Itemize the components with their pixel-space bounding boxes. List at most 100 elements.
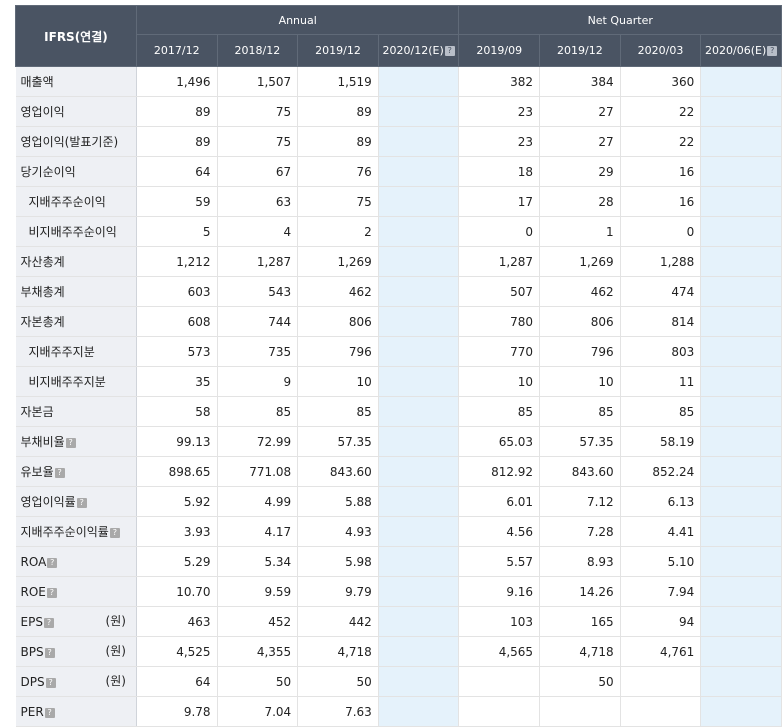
value-cell: 3.93 <box>136 516 218 547</box>
value-cell: 57.35 <box>539 426 621 457</box>
table-row: 영업이익률? 5.92 4.99 5.88 6.01 7.12 6.13 <box>15 486 782 517</box>
value-cell: 75 <box>297 186 379 217</box>
value-cell <box>378 96 460 127</box>
column-header-label: 2019/09 <box>476 44 523 57</box>
row-label: 지배주주지분 <box>28 345 95 359</box>
unit-label: (원) <box>105 674 126 688</box>
help-icon[interactable]: ? <box>444 46 455 56</box>
value-cell <box>620 696 702 727</box>
value-cell: 4,761 <box>620 636 702 667</box>
value-cell <box>700 546 782 577</box>
value-cell: 10 <box>539 366 621 397</box>
value-cell: 608 <box>136 306 218 337</box>
value-cell <box>700 606 782 637</box>
table-row: 지배주주순이익 59 63 75 17 28 16 <box>15 186 782 217</box>
value-cell: 75 <box>217 126 299 157</box>
row-label: 매출액 <box>20 75 54 89</box>
value-cell: 852.24 <box>620 456 702 487</box>
value-cell: 7.12 <box>539 486 621 517</box>
value-cell: 9.78 <box>136 696 218 727</box>
row-label: 자본금 <box>20 405 54 419</box>
table-row: PER? 9.78 7.04 7.63 <box>15 696 782 727</box>
help-icon[interactable]: ? <box>44 707 55 718</box>
value-cell: 474 <box>620 276 702 307</box>
value-cell: 85 <box>458 396 541 427</box>
value-cell: 1,287 <box>217 246 299 277</box>
value-cell: 4.99 <box>217 486 299 517</box>
help-icon[interactable]: ? <box>767 46 778 56</box>
value-cell <box>700 276 782 307</box>
row-label: 비지배주주지분 <box>28 375 106 389</box>
column-header-label: 2020/03 <box>637 44 684 57</box>
value-cell <box>700 186 782 217</box>
value-cell: 9.16 <box>458 576 541 607</box>
column-header-label: 2019/12 <box>557 44 603 57</box>
financial-table: IFRS(연결) Annual Net Quarter 2017/12 2018/… <box>15 5 782 727</box>
row-label: 당기순이익 <box>20 165 76 179</box>
value-cell <box>700 126 782 157</box>
value-cell <box>378 456 460 487</box>
value-cell: 94 <box>620 606 702 637</box>
table-row: 매출액 1,496 1,507 1,519 382 384 360 <box>15 66 782 97</box>
value-cell: 2 <box>297 216 379 247</box>
value-cell: 1,507 <box>217 66 299 97</box>
value-cell: 57.35 <box>297 426 379 457</box>
value-cell: 85 <box>217 396 299 427</box>
value-cell: 1,288 <box>620 246 702 277</box>
value-cell <box>378 636 460 667</box>
value-cell: 442 <box>297 606 379 637</box>
value-cell <box>700 696 782 727</box>
value-cell: 744 <box>217 306 299 337</box>
value-cell: 771.08 <box>217 456 299 487</box>
row-label-cell: ROE? <box>15 576 137 607</box>
value-cell <box>378 336 460 367</box>
value-cell: 29 <box>539 156 621 187</box>
value-cell: 4,525 <box>136 636 218 667</box>
value-cell: 7.94 <box>620 576 702 607</box>
help-icon[interactable]: ? <box>47 557 58 568</box>
value-cell: 10.70 <box>136 576 218 607</box>
row-label-cell: 당기순이익 <box>15 156 137 187</box>
row-label: PER <box>20 704 44 719</box>
value-cell: 814 <box>620 306 702 337</box>
row-label-cell: 영업이익(발표기준) <box>15 126 137 157</box>
value-cell <box>700 66 782 97</box>
value-cell <box>539 696 621 727</box>
help-icon[interactable]: ? <box>54 468 65 478</box>
table-row: DPS? (원) 64 50 50 50 <box>15 666 782 697</box>
help-icon[interactable]: ? <box>44 647 55 658</box>
value-cell: 382 <box>458 66 541 97</box>
value-cell: 10 <box>297 366 379 397</box>
column-header: 2020/12(E)? <box>377 34 460 67</box>
table-row: 지배주주지분 573 735 796 770 796 803 <box>15 336 782 367</box>
help-icon[interactable]: ? <box>43 617 54 628</box>
column-header-label: 2018/12 <box>234 44 281 57</box>
value-cell <box>378 366 460 397</box>
table-row: 비지배주주지분 35 9 10 10 10 11 <box>15 366 782 397</box>
help-icon[interactable]: ? <box>46 587 57 598</box>
value-cell: 85 <box>539 396 621 427</box>
table-row: 부채총계 603 543 462 507 462 474 <box>15 276 782 307</box>
table-row: 당기순이익 64 67 76 18 29 16 <box>15 156 782 187</box>
table-row: EPS? (원) 463 452 442 103 165 94 <box>15 606 782 637</box>
row-label: 부채비율 <box>20 435 65 449</box>
help-icon[interactable]: ? <box>109 528 120 538</box>
row-label: EPS <box>20 614 43 629</box>
help-icon[interactable]: ? <box>65 438 76 448</box>
value-cell: 165 <box>539 606 621 637</box>
row-label: ROA <box>20 554 47 569</box>
row-label-cell: 비지배주주지분 <box>15 366 137 397</box>
value-cell <box>458 696 541 727</box>
value-cell: 803 <box>620 336 702 367</box>
value-cell <box>378 186 460 217</box>
value-cell: 4.17 <box>217 516 299 547</box>
value-cell: 6.01 <box>458 486 541 517</box>
value-cell: 4,355 <box>217 636 299 667</box>
table-row: 유보율? 898.65 771.08 843.60 812.92 843.60 852.24 <box>15 456 782 487</box>
value-cell: 507 <box>458 276 541 307</box>
help-icon[interactable]: ? <box>45 677 56 688</box>
value-cell <box>700 396 782 427</box>
value-cell: 16 <box>620 156 702 187</box>
help-icon[interactable]: ? <box>76 498 87 508</box>
value-cell: 23 <box>458 96 541 127</box>
